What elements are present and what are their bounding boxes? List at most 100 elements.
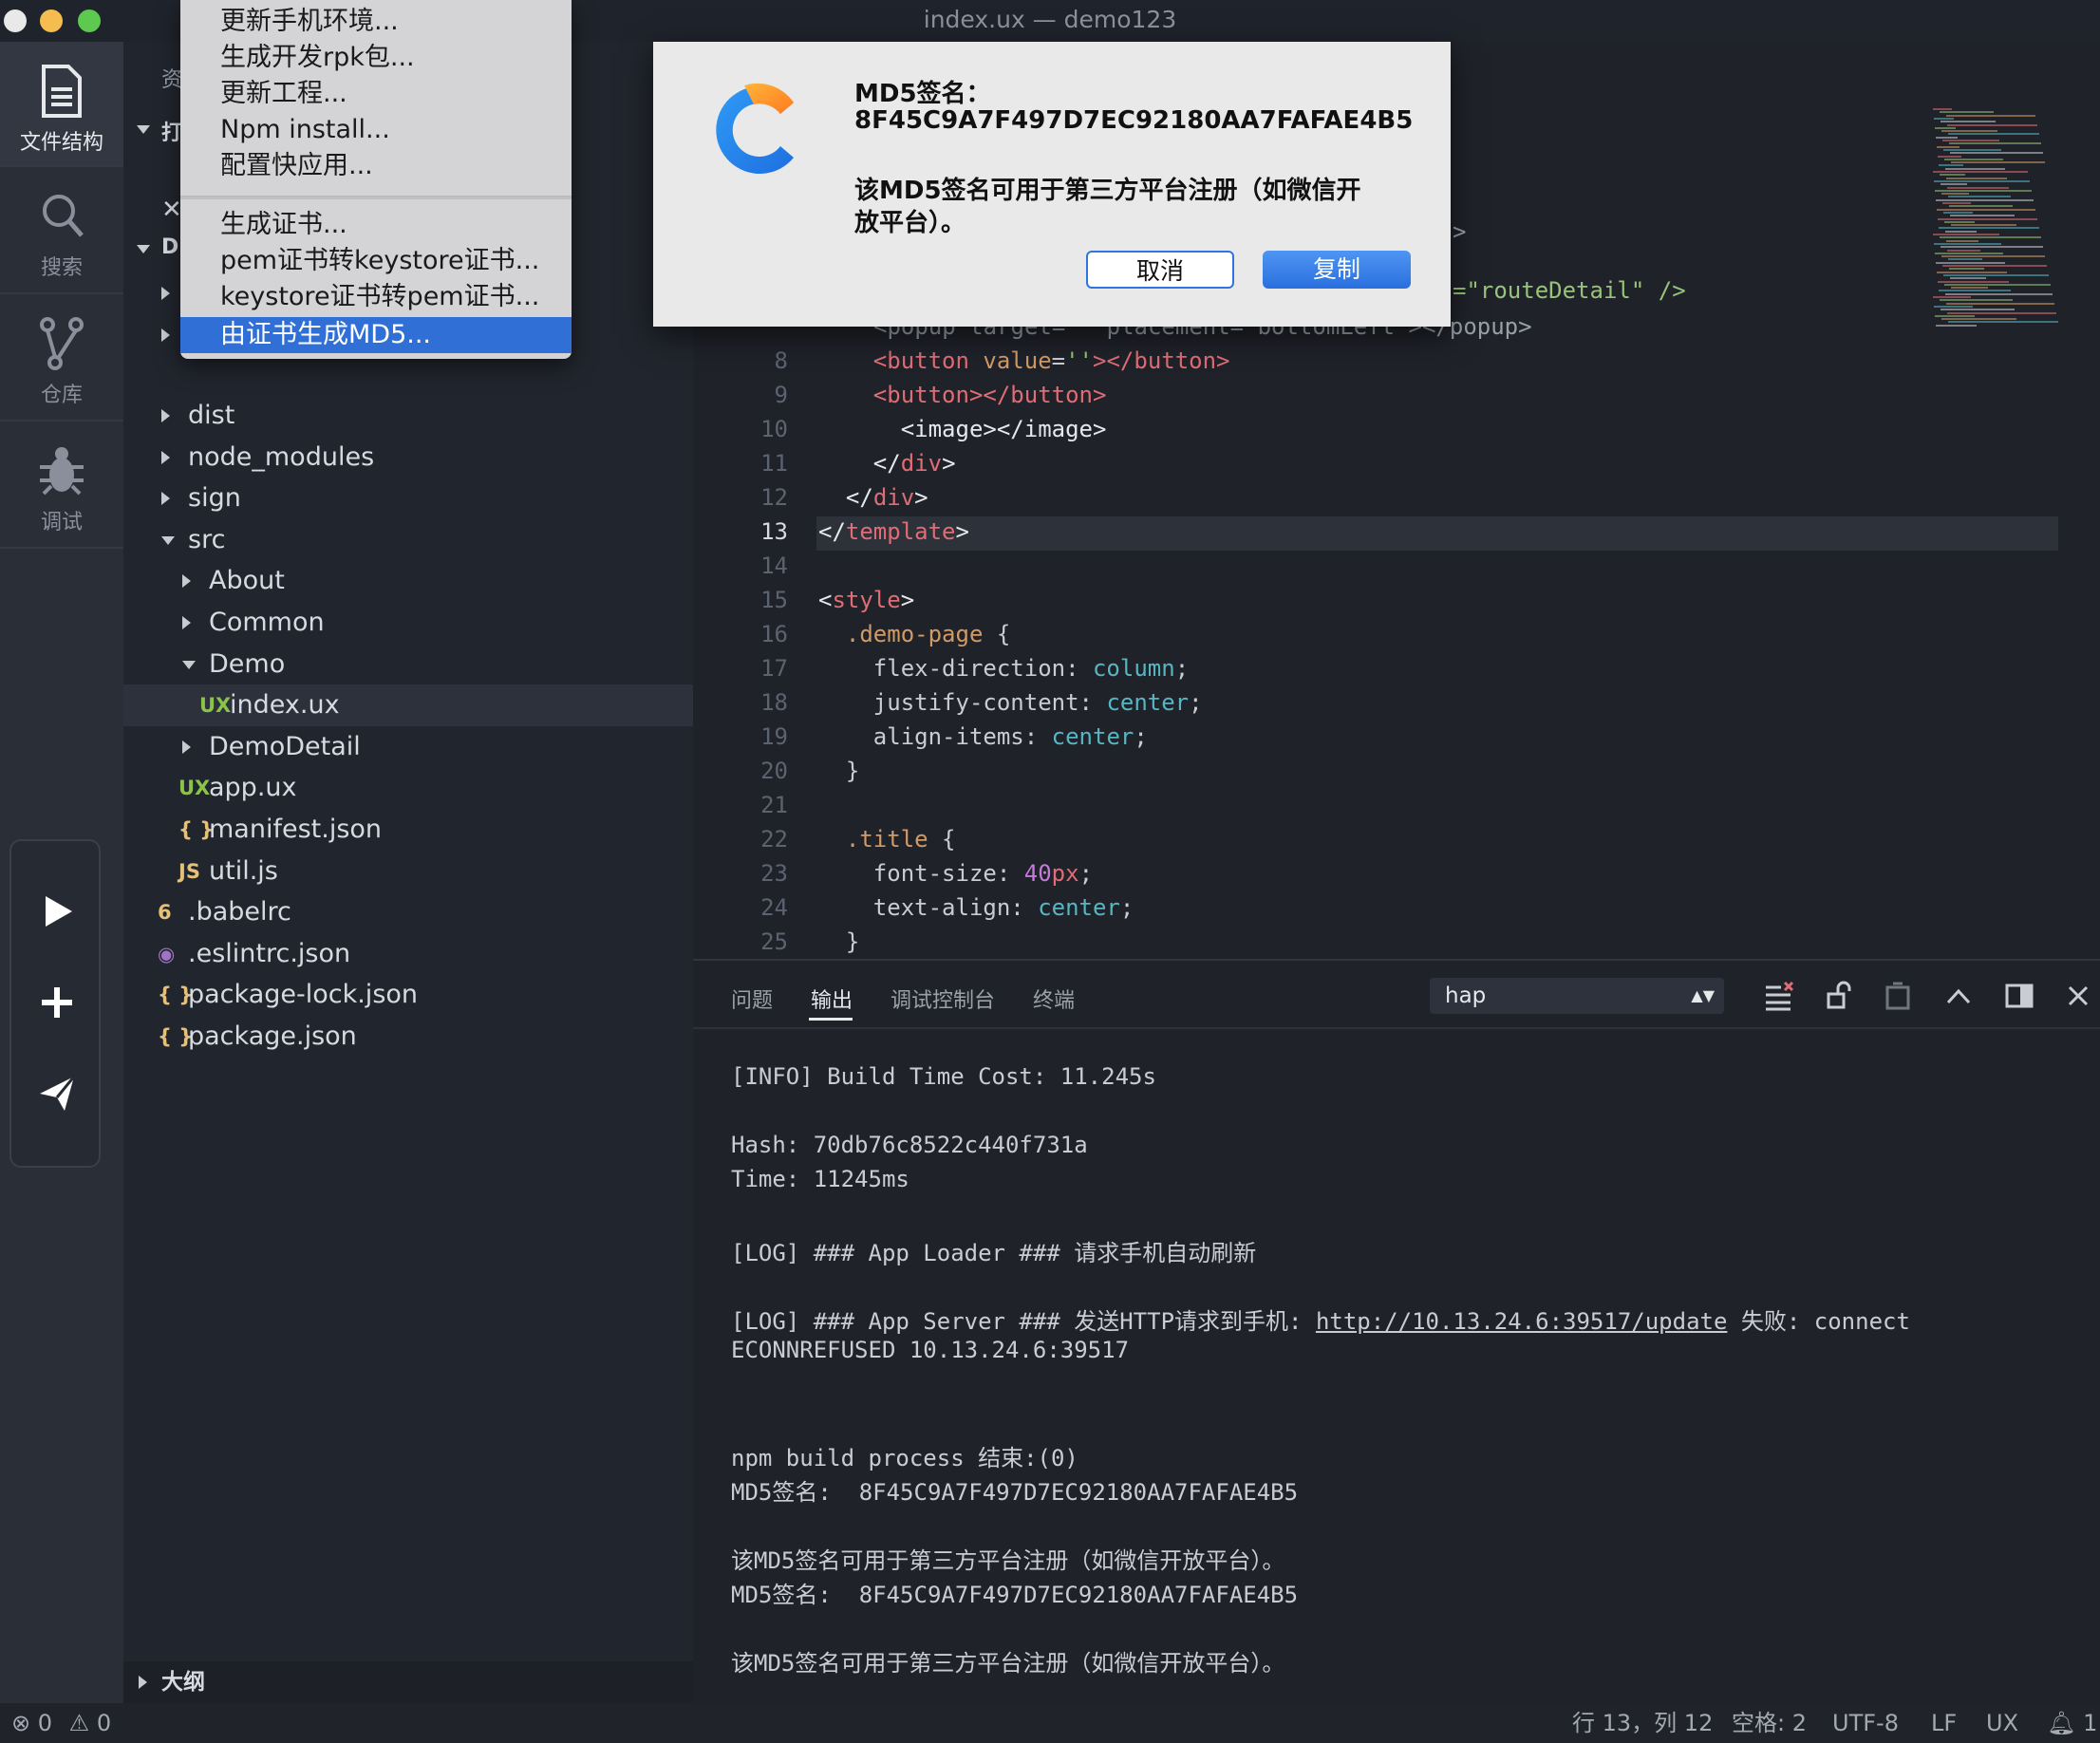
copy-button[interactable]: 复制 — [1263, 251, 1411, 289]
tree-folder[interactable]: DemoDetail — [123, 726, 693, 768]
cancel-button[interactable]: 取消 — [1086, 251, 1234, 289]
toggle-panel-layout-icon[interactable] — [2003, 980, 2035, 1012]
minimap-line — [1941, 193, 1969, 196]
minimap-line — [1941, 255, 2045, 258]
line-number: 23 — [760, 860, 788, 887]
menu-item-update-project[interactable]: 更新工程... — [180, 76, 572, 112]
menu-item-generate-cert[interactable]: 生成证书... — [180, 207, 572, 243]
activity-debug[interactable]: 调试 — [0, 422, 123, 545]
activity-search[interactable]: 搜索 — [0, 167, 123, 290]
notifications[interactable]: 🔔︎ 1 — [2047, 1703, 2097, 1743]
language-mode[interactable]: UX — [1986, 1703, 2018, 1743]
tree-file[interactable]: { } manifest.json — [123, 809, 693, 851]
send-icon[interactable] — [34, 1071, 80, 1116]
tab-terminal[interactable]: 终端 — [1033, 984, 1075, 1014]
tree-item-label: src — [188, 524, 226, 554]
tree-item-label: util.js — [209, 855, 278, 886]
minimap-line — [1941, 130, 1997, 133]
tree-folder[interactable]: src — [123, 519, 693, 561]
menu-item-build-rpk[interactable]: 生成开发rpk包... — [180, 40, 572, 76]
current-line-highlight — [816, 516, 2058, 551]
tree-item-label: Demo — [209, 648, 286, 679]
minimap-line — [1933, 108, 1952, 110]
tree-file[interactable]: { } package-lock.json — [123, 974, 693, 1016]
minimap-line — [1947, 186, 2009, 189]
activity-separator — [0, 547, 123, 549]
minimap-line — [1935, 189, 2032, 192]
chevron-right-icon — [139, 1676, 147, 1689]
explorer-header-partial: 资 — [161, 68, 183, 92]
output-link[interactable]: http://10.13.24.6:39517/update — [1316, 1308, 1727, 1335]
indentation[interactable]: 空格: 2 — [1732, 1703, 1807, 1743]
cursor-position[interactable]: 行 13，列 12 — [1572, 1703, 1713, 1743]
minimap-line — [1951, 161, 2045, 164]
tree-file[interactable]: UX app.ux — [123, 767, 693, 809]
minimap-line — [1946, 114, 2035, 117]
menu-item-update-env[interactable]: 更新手机环境... — [180, 4, 572, 40]
menu-item-cert-to-md5[interactable]: 由证书生成MD5... — [180, 317, 572, 353]
warning-icon: ⚠ — [68, 1710, 90, 1736]
panel-divider — [693, 1027, 2100, 1029]
file-type-icon: 6 — [158, 901, 172, 925]
tab-problems[interactable]: 问题 — [731, 984, 773, 1014]
tree-file[interactable]: UX index.ux — [123, 684, 693, 727]
outline-section[interactable]: 大纲 — [123, 1661, 693, 1703]
file-icon — [42, 65, 82, 118]
output-line-text: [LOG] ### App Server ### 发送HTTP请求到手机: — [731, 1308, 1316, 1335]
output-channel-select[interactable]: hap ▲▼ — [1430, 978, 1724, 1014]
chevron-down-icon — [137, 125, 150, 134]
minimap-line — [1941, 183, 1967, 186]
file-type-icon: UX — [178, 777, 211, 800]
tree-file[interactable]: ◉ .eslintrc.json — [123, 933, 693, 975]
close-panel-icon[interactable] — [2062, 980, 2094, 1012]
chevron-right-icon[interactable] — [161, 287, 170, 300]
tab-output[interactable]: 输出 — [811, 984, 853, 1014]
tree-folder[interactable]: Demo — [123, 644, 693, 685]
play-icon[interactable] — [34, 889, 80, 934]
outline-label: 大纲 — [161, 1670, 205, 1695]
plus-icon[interactable] — [34, 980, 80, 1025]
activity-git[interactable]: 仓库 — [0, 294, 123, 418]
minimap-line — [1945, 167, 2005, 170]
open-log-icon[interactable] — [1882, 980, 1914, 1012]
chevron-down-icon — [182, 660, 196, 669]
encoding[interactable]: UTF-8 — [1832, 1703, 1899, 1743]
close-editor-icon[interactable]: ✕ — [161, 196, 182, 224]
minimap-line — [1935, 314, 1975, 317]
menu-item-npm-install[interactable]: Npm install... — [180, 112, 572, 148]
menu-item-pem-to-keystore[interactable]: pem证书转keystore证书... — [180, 243, 572, 279]
activity-files[interactable]: 文件结构 — [0, 42, 123, 165]
tree-folder[interactable]: sign — [123, 478, 693, 519]
chevron-right-icon[interactable] — [161, 328, 170, 342]
minimap-line — [1934, 305, 1973, 308]
menu-item-keystore-to-pem[interactable]: keystore证书转pem证书... — [180, 279, 572, 315]
tree-file[interactable]: JS util.js — [123, 851, 693, 892]
tree-folder[interactable]: About — [123, 560, 693, 602]
tree-item-label: dist — [188, 401, 235, 430]
tree-folder[interactable]: dist — [123, 395, 693, 437]
minimap-line — [1949, 142, 2041, 145]
menu-item-configure-app[interactable]: 配置快应用... — [180, 148, 572, 184]
tree-file[interactable]: 6 .babelrc — [123, 891, 693, 933]
clear-output-icon[interactable] — [1762, 980, 1794, 1012]
error-count[interactable]: ⊗ 0 ⚠ 0 — [11, 1703, 111, 1743]
tree-item-label: .eslintrc.json — [188, 938, 351, 968]
minimap-line — [1935, 252, 2003, 254]
minimap-line — [1943, 148, 2001, 151]
line-ending[interactable]: LF — [1931, 1703, 1957, 1743]
tree-file[interactable]: { } package.json — [123, 1016, 693, 1058]
tab-debug-console[interactable]: 调试控制台 — [891, 984, 995, 1014]
tree-folder[interactable]: node_modules — [123, 437, 693, 478]
minimap-line — [1942, 202, 1971, 204]
lock-scroll-icon[interactable] — [1823, 980, 1855, 1012]
minimap-line — [1943, 273, 2049, 276]
chevron-down-icon — [137, 245, 150, 253]
minimap[interactable] — [1933, 108, 2085, 336]
minimap-line — [1936, 136, 1958, 139]
tree-item-label: sign — [188, 483, 241, 514]
maximize-panel-icon[interactable] — [1942, 980, 1975, 1012]
tree-folder[interactable]: Common — [123, 602, 693, 644]
output-line: ECONNREFUSED 10.13.24.6:39517 — [731, 1337, 1130, 1363]
minimap-line — [1948, 133, 2039, 136]
error-icon: ⊗ — [11, 1710, 31, 1736]
